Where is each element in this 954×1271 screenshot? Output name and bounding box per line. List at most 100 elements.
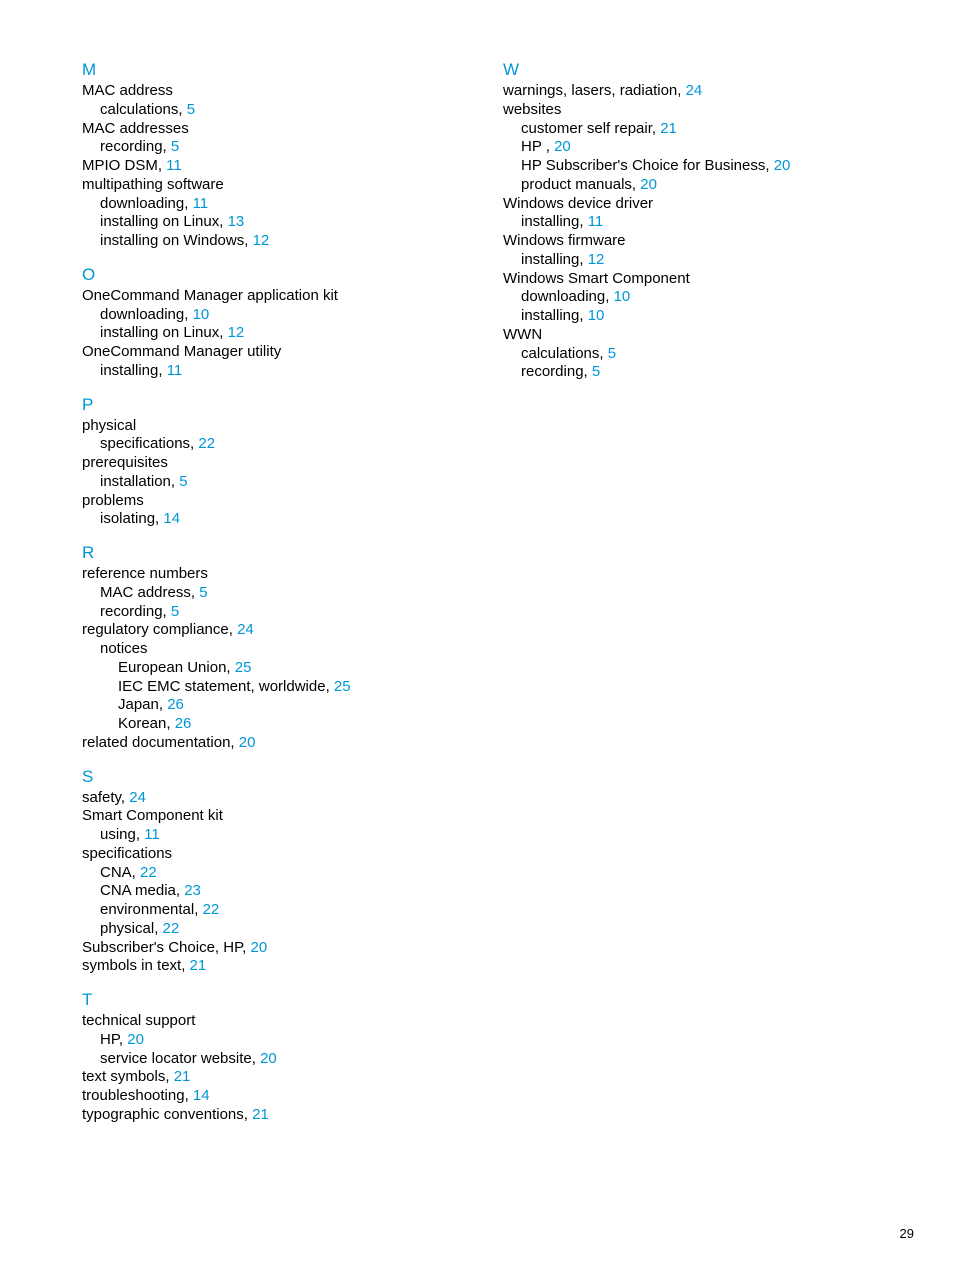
index-entry-text: WWN xyxy=(503,326,542,343)
index-entry-text: IEC EMC statement, worldwide, xyxy=(118,678,334,695)
index-left-column: MMAC addresscalculations, 5MAC addresses… xyxy=(82,60,463,1125)
index-page-ref[interactable]: 20 xyxy=(260,1050,277,1067)
index-page-ref[interactable]: 11 xyxy=(167,362,183,379)
index-page-ref[interactable]: 14 xyxy=(163,510,180,527)
index-entry-text: calculations, xyxy=(521,345,608,362)
index-page-ref[interactable]: 22 xyxy=(140,864,157,881)
index-entry-text: installation, xyxy=(100,473,179,490)
index-entry-text: installing, xyxy=(100,362,167,379)
index-page-ref[interactable]: 10 xyxy=(614,288,631,305)
index-page-ref[interactable]: 20 xyxy=(127,1031,144,1048)
index-entry: installing, 10 xyxy=(521,307,884,326)
index-page-ref[interactable]: 24 xyxy=(237,621,254,638)
index-entry: reference numbers xyxy=(82,565,463,584)
index-entry-text: recording, xyxy=(100,138,171,155)
index-page-ref[interactable]: 5 xyxy=(171,138,179,155)
index-page-ref[interactable]: 25 xyxy=(334,678,351,695)
index-page-ref[interactable]: 20 xyxy=(239,734,256,751)
index-entry-text: CNA, xyxy=(100,864,140,881)
index-entry-text: recording, xyxy=(521,363,592,380)
index-page-ref[interactable]: 11 xyxy=(588,213,604,230)
index-page-ref[interactable]: 21 xyxy=(252,1106,269,1123)
index-page-ref[interactable]: 20 xyxy=(640,176,657,193)
index-entry: using, 11 xyxy=(100,826,463,845)
index-entry-text: European Union, xyxy=(118,659,235,676)
index-page-ref[interactable]: 11 xyxy=(144,826,160,843)
index-entry-text: installing, xyxy=(521,307,588,324)
index-page-ref[interactable]: 10 xyxy=(588,307,605,324)
index-entry: downloading, 10 xyxy=(521,288,884,307)
index-page-ref[interactable]: 14 xyxy=(193,1087,210,1104)
page-number: 29 xyxy=(900,1226,914,1241)
index-entry: IEC EMC statement, worldwide, 25 xyxy=(118,678,463,697)
index-page-ref[interactable]: 24 xyxy=(129,789,146,806)
index-page-ref[interactable]: 11 xyxy=(193,195,209,212)
index-entry-text: product manuals, xyxy=(521,176,640,193)
index-page-ref[interactable]: 22 xyxy=(203,901,220,918)
index-page-ref[interactable]: 10 xyxy=(193,306,210,323)
index-page-ref[interactable]: 20 xyxy=(251,939,268,956)
index-page-ref[interactable]: 26 xyxy=(175,715,192,732)
index-page-ref[interactable]: 5 xyxy=(171,603,179,620)
index-entry: recording, 5 xyxy=(100,138,463,157)
index-page-ref[interactable]: 12 xyxy=(588,251,605,268)
index-entry-text: symbols in text, xyxy=(82,957,190,974)
index-entry-text: safety, xyxy=(82,789,129,806)
index-page-ref[interactable]: 13 xyxy=(228,213,245,230)
index-entry-text: specifications, xyxy=(100,435,198,452)
index-entry-text: CNA media, xyxy=(100,882,184,899)
index-page-ref[interactable]: 22 xyxy=(163,920,180,937)
index-entry-text: HP, xyxy=(100,1031,127,1048)
index-entry-text: physical xyxy=(82,417,136,434)
index-entry: calculations, 5 xyxy=(100,101,463,120)
index-page-ref[interactable]: 21 xyxy=(174,1068,191,1085)
index-page-ref[interactable]: 5 xyxy=(199,584,207,601)
index-entry: Korean, 26 xyxy=(118,715,463,734)
index-entry: HP Subscriber's Choice for Business, 20 xyxy=(521,157,884,176)
index-entry: calculations, 5 xyxy=(521,345,884,364)
index-page-ref[interactable]: 25 xyxy=(235,659,252,676)
index-page-ref[interactable]: 20 xyxy=(774,157,791,174)
index-page-ref[interactable]: 12 xyxy=(228,324,245,341)
index-page-ref[interactable]: 5 xyxy=(608,345,616,362)
index-page-ref[interactable]: 26 xyxy=(167,696,184,713)
index-entry-text: warnings, lasers, radiation, xyxy=(503,82,686,99)
index-page-ref[interactable]: 5 xyxy=(187,101,195,118)
index-entry: text symbols, 21 xyxy=(82,1068,463,1087)
index-entry: prerequisites xyxy=(82,454,463,473)
index-page-ref[interactable]: 5 xyxy=(179,473,187,490)
index-entry: MAC address xyxy=(82,82,463,101)
index-entry-text: Windows Smart Component xyxy=(503,270,690,287)
index-right-column: Wwarnings, lasers, radiation, 24websites… xyxy=(503,60,884,1125)
index-page-ref[interactable]: 22 xyxy=(198,435,215,452)
index-entry-text: problems xyxy=(82,492,144,509)
index-page-ref[interactable]: 5 xyxy=(592,363,600,380)
index-entry: Subscriber's Choice, HP, 20 xyxy=(82,939,463,958)
index-section-letter: S xyxy=(82,767,463,787)
index-entry: European Union, 25 xyxy=(118,659,463,678)
index-entry: specifications, 22 xyxy=(100,435,463,454)
index-entry-text: MAC address xyxy=(82,82,173,99)
index-entry-text: customer self repair, xyxy=(521,120,660,137)
index-entry: problems xyxy=(82,492,463,511)
index-page-ref[interactable]: 21 xyxy=(660,120,677,137)
index-page-ref[interactable]: 21 xyxy=(190,957,207,974)
index-page-ref[interactable]: 11 xyxy=(166,157,182,174)
index-entry-text: Korean, xyxy=(118,715,175,732)
index-page-ref[interactable]: 23 xyxy=(184,882,201,899)
index-entry-text: MAC addresses xyxy=(82,120,189,137)
index-entry: physical xyxy=(82,417,463,436)
index-page-ref[interactable]: 24 xyxy=(686,82,703,99)
index-page-ref[interactable]: 20 xyxy=(554,138,571,155)
index-entry: typographic conventions, 21 xyxy=(82,1106,463,1125)
index-page-ref[interactable]: 12 xyxy=(253,232,270,249)
index-entry-text: reference numbers xyxy=(82,565,208,582)
index-entry: installing on Linux, 13 xyxy=(100,213,463,232)
index-entry: isolating, 14 xyxy=(100,510,463,529)
index-entry: CNA, 22 xyxy=(100,864,463,883)
index-entry: installing, 12 xyxy=(521,251,884,270)
index-entry-text: Windows device driver xyxy=(503,195,653,212)
index-entry: Windows Smart Component xyxy=(503,270,884,289)
index-entry: MAC addresses xyxy=(82,120,463,139)
index-entry: troubleshooting, 14 xyxy=(82,1087,463,1106)
